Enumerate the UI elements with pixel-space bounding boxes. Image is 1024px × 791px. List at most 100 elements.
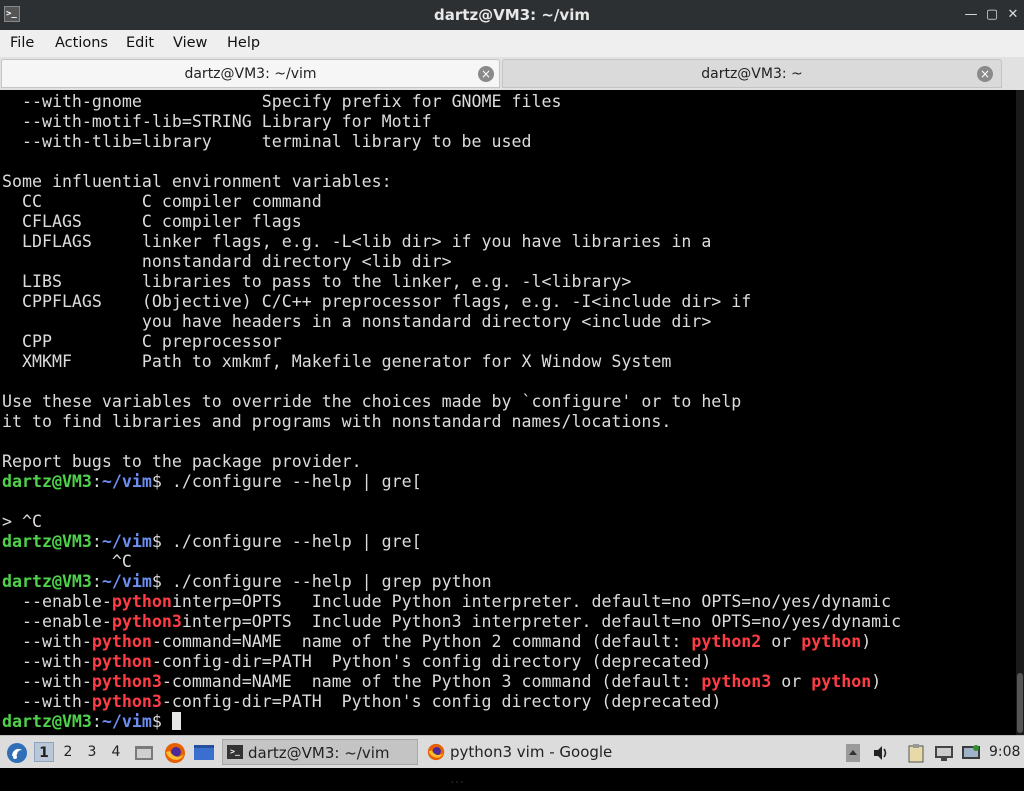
taskbar: 1 2 3 4 >_ dartz@VM3: ~/vim python3 vim … xyxy=(0,735,1024,787)
prompt-user: dartz@VM3 xyxy=(2,472,92,491)
terminal-output[interactable]: --with-gnome Specify prefix for GNOME fi… xyxy=(0,90,1024,735)
command-text xyxy=(162,712,172,731)
output-line: CC C compiler command xyxy=(2,192,322,211)
prompt-user: dartz@VM3 xyxy=(2,712,92,731)
file-manager-icon[interactable] xyxy=(134,743,154,763)
prompt-path: ~/vim xyxy=(101,472,152,491)
command-text: ./configure --help | gre[ xyxy=(161,532,422,551)
prompt-user: dartz@VM3 xyxy=(2,532,92,551)
taskbar-item-terminal[interactable]: >_ dartz@VM3: ~/vim xyxy=(222,739,418,765)
match-highlight: python2 xyxy=(691,632,762,651)
output-text: or xyxy=(761,632,802,651)
output-line: it to find libraries and programs with n… xyxy=(2,412,672,431)
clipboard-icon[interactable] xyxy=(907,743,925,763)
firefox-icon xyxy=(427,743,445,761)
output-line: LIBS libraries to pass to the linker, e.… xyxy=(2,272,632,291)
tab-label: dartz@VM3: ~/vim xyxy=(184,66,317,82)
tab-bar: dartz@VM3: ~/vim × dartz@VM3: ~ × xyxy=(0,57,1024,90)
menu-edit[interactable]: Edit xyxy=(126,30,154,56)
tab-label: dartz@VM3: ~ xyxy=(701,66,803,82)
system-tray-arrow-icon[interactable] xyxy=(846,744,860,762)
scrollbar-thumb[interactable] xyxy=(1017,673,1023,733)
workspace-label: 4 xyxy=(111,744,121,760)
output-line: you have headers in a nonstandard direct… xyxy=(2,312,712,331)
output-text: -config-dir=PATH Python's config directo… xyxy=(151,652,712,671)
grep-result-line: --enable-pythoninterp=OPTS Include Pytho… xyxy=(2,592,891,611)
close-tab-icon[interactable]: × xyxy=(478,66,494,82)
match-highlight: python xyxy=(811,672,872,691)
workspace-label: 3 xyxy=(87,744,97,760)
workspace-2[interactable]: 2 xyxy=(58,742,78,762)
output-text: or xyxy=(771,672,812,691)
tab-home[interactable]: dartz@VM3: ~ × xyxy=(502,59,1002,88)
prompt-symbol: $ xyxy=(151,572,162,591)
close-tab-icon[interactable]: × xyxy=(977,66,993,82)
output-text: interp=OPTS Include Python interpreter. … xyxy=(171,592,892,611)
workspace-label: 1 xyxy=(39,745,49,761)
prompt-symbol: $ xyxy=(151,472,162,491)
output-line: Use these variables to override the choi… xyxy=(2,392,742,411)
match-highlight: python3 xyxy=(111,612,182,631)
menu-help[interactable]: Help xyxy=(227,30,260,56)
command-text: ./configure --help | gre[ xyxy=(161,472,422,491)
grep-result-line: --with-python-command=NAME name of the P… xyxy=(2,632,871,651)
output-line: Report bugs to the package provider. xyxy=(2,452,362,471)
workspace-3[interactable]: 3 xyxy=(82,742,102,762)
task-label: dartz@VM3: ~/vim xyxy=(248,744,390,762)
output-line: XMKMF Path to xmkmf, Makefile generator … xyxy=(2,352,672,371)
output-text: ) xyxy=(871,672,882,691)
output-line: nonstandard directory <lib dir> xyxy=(2,252,452,271)
task-label: python3 vim - Google ... xyxy=(450,743,613,787)
match-highlight: python3 xyxy=(91,672,162,691)
output-line: CPP C preprocessor xyxy=(2,332,282,351)
window-titlebar[interactable]: >_ dartz@VM3: ~/vim — ▢ ✕ xyxy=(0,0,1024,30)
prompt-symbol: $ xyxy=(151,532,162,551)
menubar: File Actions Edit View Help xyxy=(0,30,1024,57)
firefox-launcher-icon[interactable] xyxy=(164,742,186,764)
match-highlight: python xyxy=(91,632,152,651)
output-text: -command=NAME name of the Python 2 comma… xyxy=(151,632,692,651)
grep-result-line: --with-python3-config-dir=PATH Python's … xyxy=(2,692,721,711)
menu-file[interactable]: File xyxy=(10,30,34,56)
window-title: dartz@VM3: ~/vim xyxy=(434,6,590,24)
screen-display-icon[interactable] xyxy=(961,743,981,763)
output-line: --with-motif-lib=STRING Library for Moti… xyxy=(2,112,432,131)
grep-result-line: --with-python-config-dir=PATH Python's c… xyxy=(2,652,711,671)
volume-icon[interactable] xyxy=(872,744,890,762)
terminal-text[interactable]: --with-gnome Specify prefix for GNOME fi… xyxy=(2,92,901,732)
output-line: CPPFLAGS (Objective) C/C++ preprocessor … xyxy=(2,292,752,311)
workspace-4[interactable]: 4 xyxy=(106,742,126,762)
output-line: LDFLAGS linker flags, e.g. -L<lib dir> i… xyxy=(2,232,712,251)
workspace-label: 2 xyxy=(63,744,73,760)
network-icon[interactable] xyxy=(934,743,954,763)
terminal-icon: >_ xyxy=(227,745,243,759)
start-menu-icon[interactable] xyxy=(6,742,28,764)
output-text: --enable- xyxy=(2,612,112,631)
workspace-1[interactable]: 1 xyxy=(34,742,54,762)
output-text: interp=OPTS Include Python3 interpreter.… xyxy=(181,612,902,631)
output-line: --with-gnome Specify prefix for GNOME fi… xyxy=(2,92,562,111)
taskbar-item-firefox[interactable]: python3 vim - Google ... xyxy=(423,739,623,787)
show-desktop-icon[interactable] xyxy=(193,743,215,763)
terminal-scrollbar[interactable] xyxy=(1016,90,1024,735)
grep-results: --enable-python interp=OPTS Include Pytho… xyxy=(2,592,901,711)
tab-vim[interactable]: dartz@VM3: ~/vim × xyxy=(1,59,500,88)
menu-actions[interactable]: Actions xyxy=(55,30,108,56)
menu-view[interactable]: View xyxy=(173,30,207,56)
close-window-button[interactable]: ✕ xyxy=(1005,7,1021,23)
prompt-path: ~/vim xyxy=(101,572,152,591)
output-text: --with- xyxy=(2,632,92,651)
output-line: --with-tlib=library terminal library to … xyxy=(2,132,532,151)
continuation-line: > ^C xyxy=(2,512,42,531)
output-line: Some influential environment variables: xyxy=(2,172,392,191)
minimize-button[interactable]: — xyxy=(963,7,979,23)
output-text: --enable- xyxy=(2,592,112,611)
maximize-button[interactable]: ▢ xyxy=(984,7,1000,23)
command-text: ./configure --help | grep python xyxy=(161,572,492,591)
clock[interactable]: 9:08 xyxy=(989,736,1020,769)
prompt-user: dartz@VM3 xyxy=(2,572,92,591)
match-highlight: python3 xyxy=(91,692,162,711)
output-text: --with- xyxy=(2,652,92,671)
text-cursor xyxy=(171,712,181,730)
prompt-symbol: $ xyxy=(151,712,162,731)
